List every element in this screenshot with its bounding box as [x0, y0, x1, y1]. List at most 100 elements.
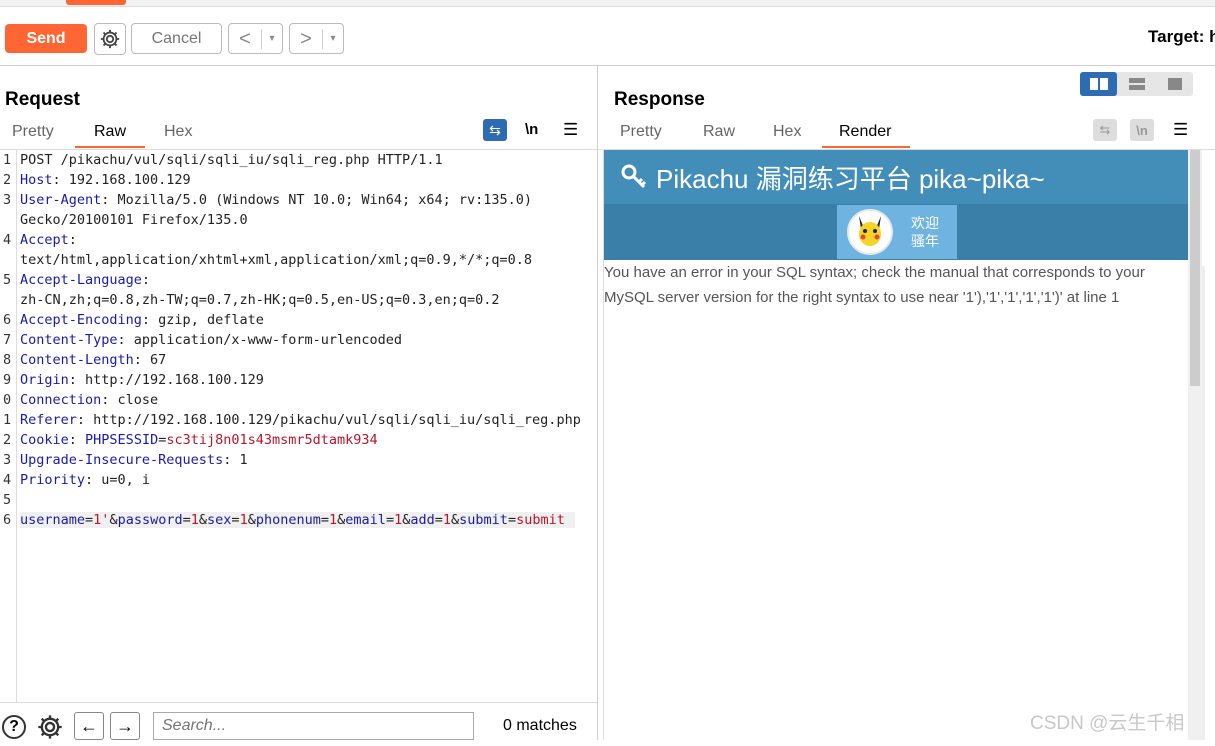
line-number: 1 [3, 152, 12, 168]
header-name: User-Agent [20, 192, 102, 208]
welcome-text: 欢迎 骚年 [911, 214, 939, 250]
param-value: 1 [239, 512, 248, 528]
header-value: : application/x-www-form-urlencoded [117, 332, 403, 348]
request-title: Request [5, 89, 80, 110]
param-value: 1 [394, 512, 403, 528]
rendered-page: Pikachu 漏洞练习平台 pika~pika~ 欢迎 骚年 You have… [603, 150, 1190, 740]
line-number: 2 [3, 432, 12, 448]
settings-button[interactable] [94, 23, 126, 55]
side-by-side-view-button[interactable] [1080, 72, 1117, 96]
line-number: 5 [3, 492, 12, 508]
code-line: Accept-Encoding: gzip, deflate [20, 312, 264, 328]
line-number: 0 [3, 392, 12, 408]
single-view-button[interactable] [1156, 72, 1193, 96]
code-line: Accept-Language: [20, 272, 150, 288]
param-name: email [345, 512, 386, 528]
back-button[interactable]: < ▾ [228, 23, 283, 54]
code-line: Content-Length: 67 [20, 352, 166, 368]
menu-icon[interactable]: ☰ [563, 120, 578, 140]
header-value: : gzip, deflate [141, 312, 264, 328]
header-name: Connection [20, 392, 102, 408]
tab-hex[interactable]: Hex [164, 123, 192, 141]
wrap-lines-icon[interactable]: ⇆ [483, 119, 507, 141]
site-nav: 欢迎 骚年 [604, 204, 1190, 260]
wrap-lines-icon[interactable]: ⇆ [1093, 119, 1117, 141]
render-scrollbar[interactable] [1188, 150, 1202, 740]
menu-icon[interactable]: ☰ [1173, 120, 1188, 140]
previous-match-button[interactable]: ← [74, 712, 104, 740]
username-text: 骚年 [911, 233, 939, 249]
forward-button[interactable]: > ▾ [289, 23, 344, 54]
code-line: POST /pikachu/vul/sqli/sqli_iu/sqli_reg.… [20, 152, 443, 168]
code-line: Gecko/20100101 Firefox/135.0 [20, 212, 248, 228]
chevron-left-icon: < [229, 28, 262, 49]
param-value: 1 [190, 512, 199, 528]
columns-icon [1089, 78, 1108, 90]
next-match-button[interactable]: → [110, 712, 140, 740]
code-line: zh-CN,zh;q=0.8,zh-TW;q=0.7,zh-HK;q=0.5,e… [20, 292, 500, 308]
param-value: 1' [93, 512, 110, 528]
user-menu[interactable]: 欢迎 骚年 [837, 205, 957, 259]
active-tab-underline [75, 146, 145, 148]
tab-hex[interactable]: Hex [773, 123, 801, 141]
header-value: : Mozilla/5.0 (Windows NT 10.0; Win64; x… [101, 192, 533, 208]
watermark: CSDN @云生千相 [1030, 713, 1185, 734]
tab-strip [0, 0, 1215, 7]
active-tab-indicator[interactable] [66, 0, 126, 5]
help-icon[interactable]: ? [2, 715, 26, 739]
chevron-down-icon[interactable]: ▾ [323, 33, 343, 44]
newline-toggle[interactable]: \n [525, 121, 538, 138]
search-input[interactable] [153, 712, 474, 740]
param-value: 1 [442, 512, 452, 528]
tab-pretty[interactable]: Pretty [12, 123, 54, 141]
line-number: 7 [3, 332, 12, 348]
welcome-line: 欢迎 [911, 215, 939, 231]
send-button[interactable]: Send [5, 24, 87, 53]
site-header: Pikachu 漏洞练习平台 pika~pika~ [604, 150, 1190, 204]
response-title: Response [614, 89, 705, 110]
avatar [847, 209, 893, 255]
code-line: User-Agent: Mozilla/5.0 (Windows NT 10.0… [20, 192, 532, 208]
key-icon [621, 164, 647, 189]
sql-error-message: You have an error in your SQL syntax; ch… [604, 264, 1145, 306]
param-value: 1 [329, 512, 338, 528]
match-count: 0 matches [503, 717, 577, 734]
tab-raw[interactable]: Raw [94, 123, 126, 141]
chevron-down-icon[interactable]: ▾ [262, 33, 282, 44]
header-name: Cookie [20, 432, 69, 448]
site-title: Pikachu 漏洞练习平台 pika~pika~ [656, 163, 1045, 194]
toolbar: Send Cancel < ▾ > ▾ Target: h [0, 7, 1215, 66]
scrollbar-thumb[interactable] [1190, 150, 1200, 386]
response-panel: Response Pretty Raw Hex Render ⇆ \n ☰ Pi… [598, 66, 1215, 740]
cancel-button[interactable]: Cancel [131, 23, 222, 54]
line-number: 2 [3, 172, 12, 188]
chevron-right-icon: > [290, 28, 323, 49]
line-number: 3 [3, 452, 12, 468]
newline-toggle[interactable]: \n [1130, 119, 1154, 141]
line-gutter: 1 2 3 4 5 6 7 8 9 0 1 2 3 4 5 6 [0, 150, 17, 702]
param-name: password [117, 512, 183, 528]
param-name: add [410, 512, 435, 528]
line-number: 1 [3, 412, 12, 428]
tab-pretty[interactable]: Pretty [620, 123, 662, 141]
header-name: Accept-Encoding [20, 312, 142, 328]
stacked-view-button[interactable] [1118, 72, 1155, 96]
request-editor[interactable]: 1 2 3 4 5 6 7 8 9 0 1 2 3 4 5 6 POST /pikachu/vul/sqli/… [0, 149, 597, 702]
search-settings-button[interactable] [36, 713, 64, 746]
target-label[interactable]: Target: h [1148, 27, 1215, 47]
tab-render[interactable]: Render [839, 123, 891, 141]
header-value: : close [101, 392, 159, 408]
header-name: Priority [20, 472, 86, 488]
pikachu-avatar-icon [859, 216, 881, 246]
rows-icon [1128, 78, 1145, 90]
tab-raw[interactable]: Raw [703, 123, 735, 141]
cookie-name: PHPSESSID [85, 432, 159, 448]
active-tab-underline [822, 146, 910, 148]
code-line: Accept: [20, 232, 77, 248]
header-name: Referer [20, 412, 77, 428]
panel-edge [1202, 266, 1205, 740]
header-name: Origin [20, 372, 69, 388]
square-icon [1167, 78, 1182, 90]
search-bar: ? ← → 0 matches [0, 702, 597, 741]
gear-icon [100, 29, 120, 49]
